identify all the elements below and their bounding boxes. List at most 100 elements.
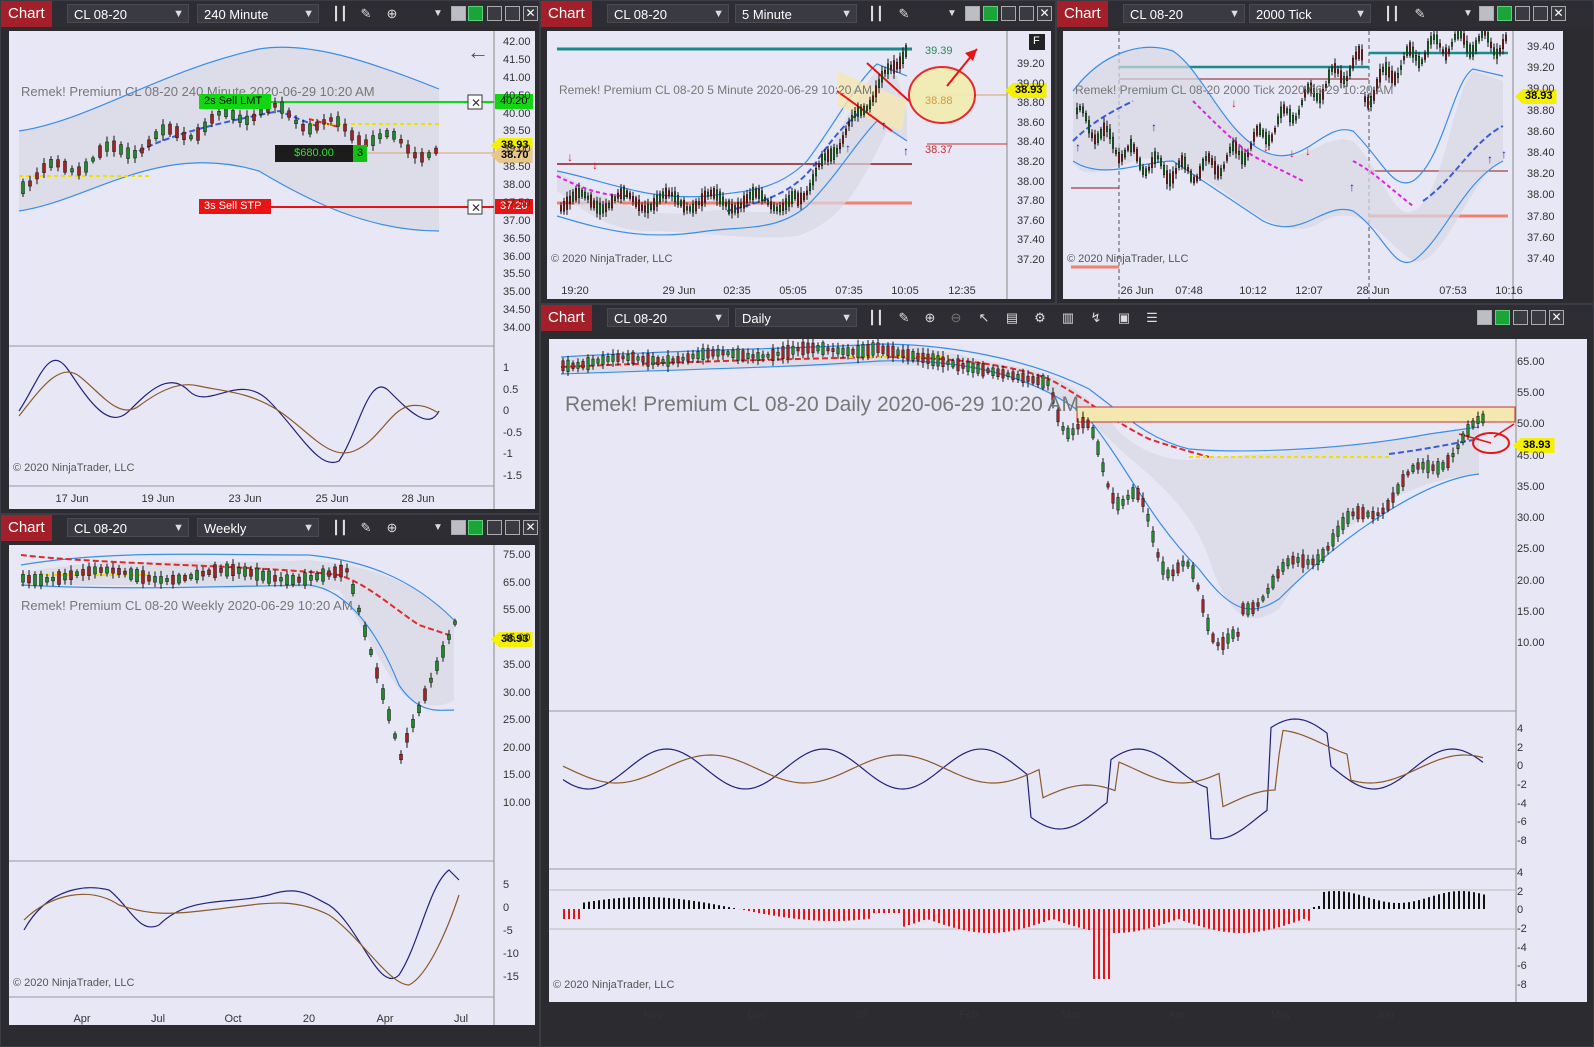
- interval-selector[interactable]: Weekly ▼: [197, 518, 319, 537]
- bar-style-icon[interactable]: ┃┃: [331, 5, 349, 23]
- minimize-icon[interactable]: [487, 6, 502, 21]
- window-link-button[interactable]: [1497, 6, 1512, 21]
- candle-body: [135, 569, 139, 582]
- interval-selector[interactable]: Daily ▼: [735, 308, 857, 327]
- window-color-button[interactable]: [1477, 310, 1492, 325]
- minimize-icon[interactable]: [1001, 6, 1016, 21]
- zoom-icon[interactable]: ⊕: [383, 5, 401, 23]
- data-box-icon[interactable]: ▤: [1003, 309, 1021, 327]
- candle-body: [830, 148, 832, 162]
- price-panel[interactable]: ← ✕ ✕ Remek! Premium CL 08-20 240 Minute…: [9, 31, 535, 509]
- price-panel[interactable]: Remek! Premium CL 08-20 Weekly 2020-06-2…: [9, 545, 535, 1025]
- chevron-down-icon[interactable]: ▼: [429, 519, 447, 537]
- histogram-bar: [1348, 892, 1350, 909]
- f-label[interactable]: F: [1033, 35, 1040, 47]
- window-link-button[interactable]: [468, 6, 483, 21]
- histogram-bar: [1068, 909, 1070, 925]
- close-icon[interactable]: ✕: [523, 6, 538, 21]
- window-link-button[interactable]: [1495, 310, 1510, 325]
- properties-icon[interactable]: ⚙: [1031, 309, 1049, 327]
- close-icon[interactable]: ✕: [1037, 6, 1052, 21]
- chart-menu-button[interactable]: Chart: [541, 305, 592, 331]
- bar-style-icon[interactable]: ┃┃: [331, 519, 349, 537]
- axis-tick-label: 55.00: [503, 604, 531, 617]
- close-icon[interactable]: ✕: [1551, 6, 1566, 21]
- window-color-button[interactable]: [451, 6, 466, 21]
- axis-tick-label: Feb: [959, 1009, 979, 1021]
- position-pnl[interactable]: $680.00: [275, 145, 353, 162]
- candle-body: [1262, 129, 1264, 137]
- window-link-button[interactable]: [983, 6, 998, 21]
- zoom-in-icon[interactable]: ⊕: [921, 309, 939, 327]
- price-panel[interactable]: ↓ ↓ ↑ ↑ ↑ Remek! Premium CL 08-20 5 Minu…: [547, 31, 1051, 299]
- candle-body: [93, 566, 97, 575]
- maximize-icon[interactable]: [505, 520, 520, 535]
- histogram-bar: [1243, 909, 1245, 933]
- instrument-selector[interactable]: CL 08-20 ▼: [67, 518, 189, 537]
- histogram-bar: [703, 902, 705, 909]
- drawing-tool-icon[interactable]: ✎: [895, 309, 913, 327]
- svg-text:↑: ↑: [1349, 180, 1355, 194]
- interval-selector[interactable]: 2000 Tick ▼: [1249, 4, 1371, 23]
- interval-selector[interactable]: 5 Minute ▼: [735, 4, 857, 23]
- candle-body: [42, 163, 46, 173]
- drawing-tool-icon[interactable]: ✎: [1411, 5, 1429, 23]
- candle-body: [1499, 47, 1501, 54]
- close-icon[interactable]: ✕: [523, 520, 538, 535]
- zoom-out-icon[interactable]: ⊖: [947, 309, 965, 327]
- chart-menu-button[interactable]: Chart: [541, 1, 592, 27]
- sell-limit-order-label[interactable]: 2s Sell LMT: [199, 94, 271, 109]
- instrument-selector[interactable]: CL 08-20 ▼: [1123, 4, 1245, 23]
- minimize-icon[interactable]: [487, 520, 502, 535]
- list-icon[interactable]: ☰: [1143, 309, 1161, 327]
- indicators-icon[interactable]: ▥: [1059, 309, 1077, 327]
- pointer-icon[interactable]: ↖: [975, 309, 993, 327]
- window-link-button[interactable]: [468, 520, 483, 535]
- chevron-down-icon[interactable]: ▼: [429, 5, 447, 23]
- zoom-icon[interactable]: ⊕: [383, 519, 401, 537]
- window-color-button[interactable]: [1479, 6, 1494, 21]
- instrument-selector[interactable]: CL 08-20 ▼: [67, 4, 189, 23]
- chevron-down-icon[interactable]: ▼: [943, 5, 961, 23]
- chart-menu-button[interactable]: Chart: [1, 1, 52, 27]
- candle-body: [749, 191, 751, 200]
- strategies-icon[interactable]: ↯: [1087, 309, 1105, 327]
- maximize-icon[interactable]: [1531, 310, 1546, 325]
- sell-stop-order-label[interactable]: 3s Sell STP: [199, 199, 271, 214]
- close-icon[interactable]: ✕: [1549, 310, 1564, 325]
- axis-tick-label: 34.50: [503, 304, 531, 317]
- chart-menu-button[interactable]: Chart: [1, 515, 52, 541]
- window-color-button[interactable]: [451, 520, 466, 535]
- candle-body: [238, 114, 242, 123]
- drawing-tool-icon[interactable]: ✎: [357, 519, 375, 537]
- drawing-tool-icon[interactable]: ✎: [895, 5, 913, 23]
- minimize-icon[interactable]: [1513, 310, 1528, 325]
- histogram-bar: [1048, 909, 1050, 921]
- histogram-bar: [1083, 909, 1085, 929]
- candle-body: [616, 353, 620, 362]
- candle-body: [75, 571, 79, 576]
- templates-icon[interactable]: ▣: [1115, 309, 1133, 327]
- price-panel[interactable]: Remek! Premium CL 08-20 Daily 2020-06-29…: [549, 339, 1587, 1002]
- price-panel[interactable]: ↑ ↑ ↑ ↑ ↑ ↓ ↓ ↓ ↓ Remek! Premium CL 08-2…: [1063, 31, 1563, 299]
- maximize-icon[interactable]: [1533, 6, 1548, 21]
- bar-style-icon[interactable]: ┃┃: [1383, 5, 1401, 23]
- chart-menu-button[interactable]: Chart: [1057, 1, 1108, 27]
- bar-style-icon[interactable]: ┃┃: [867, 5, 885, 23]
- instrument-selector[interactable]: CL 08-20 ▼: [607, 308, 729, 327]
- chevron-down-icon[interactable]: ▼: [1459, 5, 1477, 23]
- instrument-selector[interactable]: CL 08-20 ▼: [607, 4, 729, 23]
- bar-style-icon[interactable]: ┃┃: [867, 309, 885, 327]
- candle-body: [833, 147, 835, 160]
- candle-body: [707, 191, 709, 197]
- window-color-button[interactable]: [965, 6, 980, 21]
- candle-body: [153, 576, 157, 583]
- candle-body: [818, 163, 820, 168]
- interval-selector[interactable]: 240 Minute ▼: [197, 4, 319, 23]
- candle-body: [1416, 462, 1420, 470]
- candle-body: [815, 167, 817, 177]
- drawing-tool-icon[interactable]: ✎: [357, 5, 375, 23]
- maximize-icon[interactable]: [1019, 6, 1034, 21]
- maximize-icon[interactable]: [505, 6, 520, 21]
- minimize-icon[interactable]: [1515, 6, 1530, 21]
